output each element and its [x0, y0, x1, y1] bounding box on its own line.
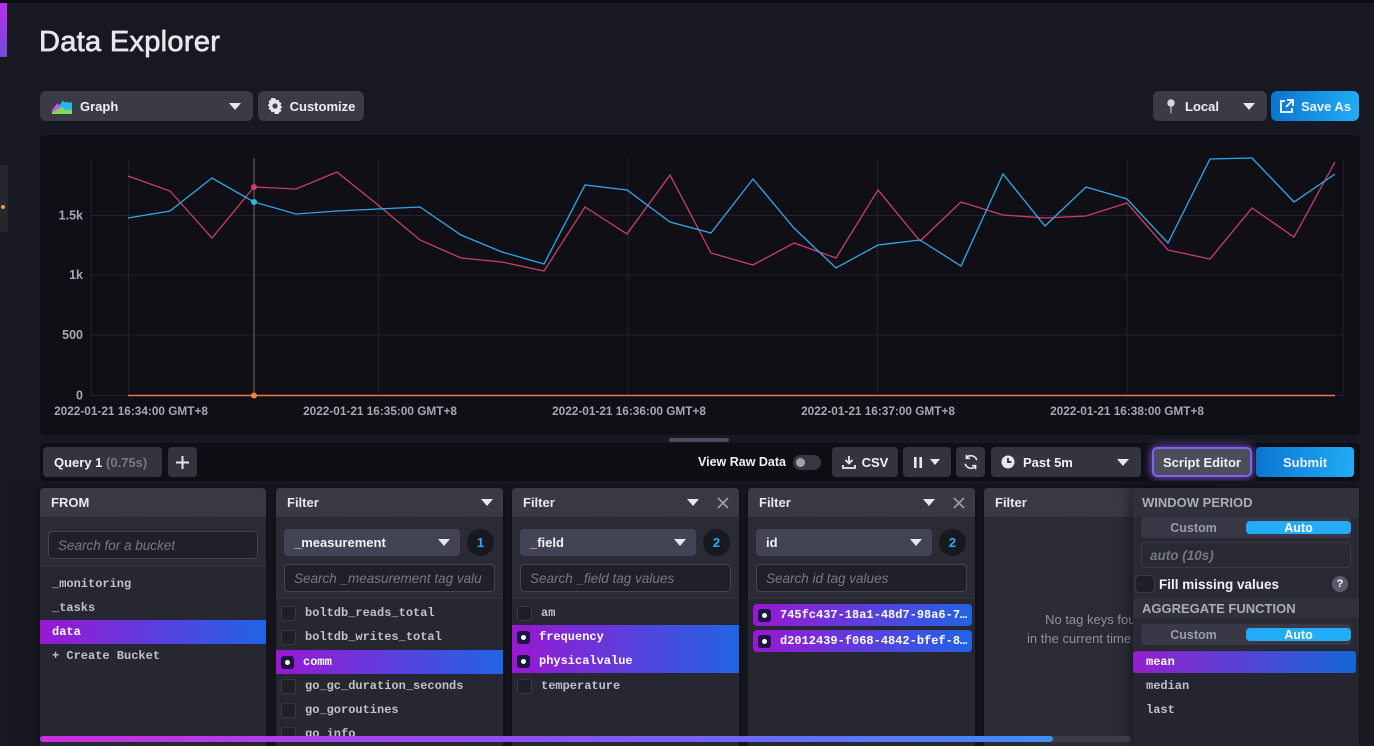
- svg-text:2022-01-21 16:35:00 GMT+8: 2022-01-21 16:35:00 GMT+8: [303, 404, 457, 418]
- svg-text:500: 500: [62, 328, 83, 342]
- svg-text:2022-01-21 16:37:00 GMT+8: 2022-01-21 16:37:00 GMT+8: [801, 404, 955, 418]
- svg-text:2022-01-21 16:38:00 GMT+8: 2022-01-21 16:38:00 GMT+8: [1050, 404, 1204, 418]
- svg-text:2022-01-21 16:34:00 GMT+8: 2022-01-21 16:34:00 GMT+8: [54, 404, 208, 418]
- svg-text:1.5k: 1.5k: [59, 209, 83, 223]
- svg-text:1k: 1k: [69, 268, 83, 282]
- svg-text:2022-01-21 16:36:00 GMT+8: 2022-01-21 16:36:00 GMT+8: [552, 404, 706, 418]
- svg-text:0: 0: [76, 389, 83, 403]
